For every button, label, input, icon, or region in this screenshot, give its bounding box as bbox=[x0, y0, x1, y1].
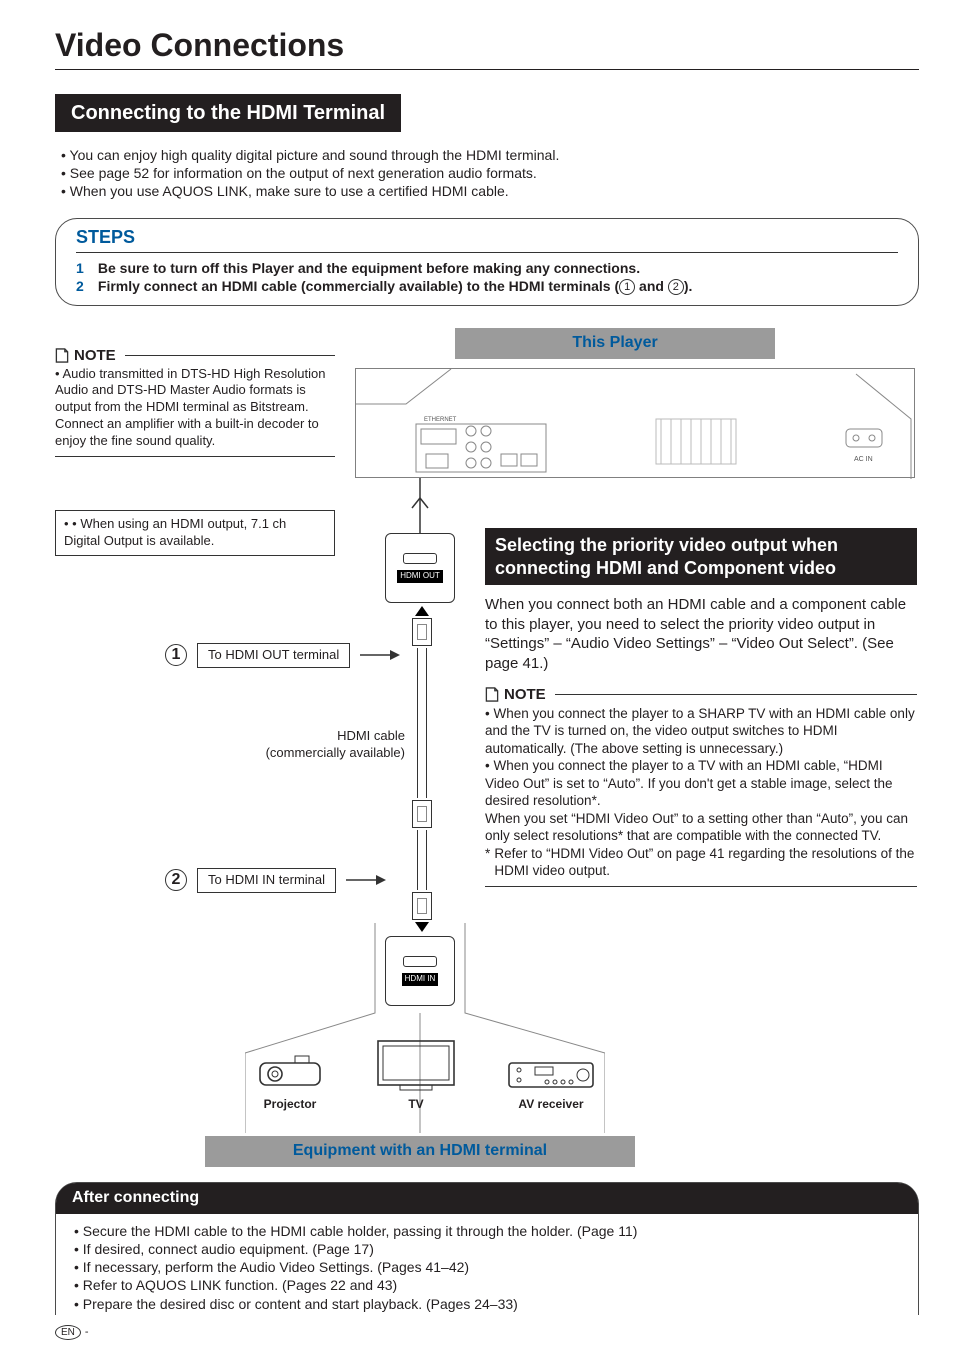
page-footer: EN - bbox=[55, 1325, 919, 1340]
priority-paragraph: When you connect both an HDMI cable and … bbox=[485, 595, 917, 673]
lang-badge: EN bbox=[55, 1325, 81, 1340]
note-body: Audio transmitted in DTS-HD High Resolut… bbox=[55, 366, 335, 450]
callout-text: To HDMI OUT terminal bbox=[197, 643, 350, 668]
circled-1-icon: 1 bbox=[165, 644, 187, 666]
connector-line bbox=[410, 478, 430, 533]
device-label: TV bbox=[375, 1097, 457, 1113]
rear-panel-svg: ETHERNET AC IN bbox=[356, 369, 916, 479]
this-player-label: This Player bbox=[455, 328, 775, 359]
step-1: 1 Be sure to turn off this Player and th… bbox=[76, 259, 898, 277]
note-label: NOTE bbox=[485, 685, 917, 705]
arrow-up-icon bbox=[407, 606, 437, 616]
after-item: If desired, connect audio equipment. (Pa… bbox=[74, 1240, 900, 1258]
svg-text:ETHERNET: ETHERNET bbox=[424, 417, 457, 423]
intro-item: You can enjoy high quality digital pictu… bbox=[61, 146, 919, 164]
player-rear-panel-illustration: ETHERNET AC IN bbox=[355, 368, 915, 478]
equipment-bar: Equipment with an HDMI terminal bbox=[205, 1136, 635, 1167]
after-item: Refer to AQUOS LINK function. (Pages 22 … bbox=[74, 1276, 900, 1294]
hdmi-out-label: HDMI OUT bbox=[397, 570, 443, 582]
note-icon bbox=[55, 348, 69, 363]
priority-footnote: * Refer to “HDMI Video Out” on page 41 r… bbox=[485, 845, 917, 880]
note-text: Audio transmitted in DTS-HD High Resolut… bbox=[55, 366, 335, 450]
section-heading: Connecting to the HDMI Terminal bbox=[55, 94, 401, 132]
device-tv: TV bbox=[375, 1038, 457, 1113]
note-7-1ch: • When using an HDMI output, 7.1 ch Digi… bbox=[55, 510, 335, 556]
priority-section: Selecting the priority video output when… bbox=[485, 528, 917, 887]
step-2: 2 Firmly connect an HDMI cable (commerci… bbox=[76, 277, 898, 295]
step-num: 2 bbox=[76, 277, 94, 295]
note-icon bbox=[485, 687, 499, 702]
step-text: Be sure to turn off this Player and the … bbox=[98, 260, 640, 276]
cable-label-line: (commercially available) bbox=[235, 745, 405, 762]
step-num: 1 bbox=[76, 259, 94, 277]
after-item: If necessary, perform the Audio Video Se… bbox=[74, 1258, 900, 1276]
priority-heading: Selecting the priority video output when… bbox=[485, 528, 917, 585]
step-text: and bbox=[635, 278, 668, 294]
diagram-area: This Player ETHERNET AC IN bbox=[55, 328, 919, 1178]
footnote-text: Refer to “HDMI Video Out” on page 41 reg… bbox=[494, 845, 917, 880]
hdmi-plug-icon bbox=[412, 892, 432, 920]
note-label: NOTE bbox=[55, 346, 335, 366]
note-heading: NOTE bbox=[74, 346, 116, 366]
footer-dash: - bbox=[85, 1325, 89, 1339]
step-text: ). bbox=[684, 278, 693, 294]
hdmi-plug-icon bbox=[412, 618, 432, 646]
note-text: • When using an HDMI output, 7.1 ch Digi… bbox=[64, 516, 326, 550]
steps-box: STEPS 1 Be sure to turn off this Player … bbox=[55, 218, 919, 306]
circled-2-icon: 2 bbox=[165, 869, 187, 891]
after-list: Secure the HDMI cable to the HDMI cable … bbox=[56, 1214, 918, 1315]
cable-label-line: HDMI cable bbox=[235, 728, 405, 745]
cable-illustration bbox=[407, 606, 437, 932]
circled-1-icon: 1 bbox=[619, 279, 635, 295]
after-heading: After connecting bbox=[56, 1183, 918, 1214]
after-item: Secure the HDMI cable to the HDMI cable … bbox=[74, 1222, 900, 1240]
note-dts-hd: NOTE Audio transmitted in DTS-HD High Re… bbox=[55, 346, 335, 457]
note-item: When you connect the player to a TV with… bbox=[485, 757, 917, 845]
note-item: When you connect the player to a SHARP T… bbox=[485, 705, 917, 758]
callout-2: 2 To HDMI IN terminal bbox=[165, 868, 386, 893]
intro-item: When you use AQUOS LINK, make sure to us… bbox=[61, 182, 919, 200]
step-text: Firmly connect an HDMI cable (commercial… bbox=[98, 278, 619, 294]
page-title: Video Connections bbox=[55, 25, 919, 70]
hdmi-plug-icon bbox=[412, 800, 432, 828]
arrow-right-icon bbox=[346, 873, 386, 887]
device-projector: Projector bbox=[255, 1053, 325, 1113]
device-row: Projector TV AV receiver bbox=[255, 1038, 595, 1113]
priority-notes: When you connect the player to a SHARP T… bbox=[485, 705, 917, 845]
arrow-right-icon bbox=[360, 648, 400, 662]
callout-text: To HDMI IN terminal bbox=[197, 868, 336, 893]
device-label: AV receiver bbox=[507, 1097, 595, 1113]
hdmi-out-port: HDMI OUT bbox=[385, 533, 455, 603]
device-label: Projector bbox=[255, 1097, 325, 1113]
device-av-receiver: AV receiver bbox=[507, 1057, 595, 1113]
after-connecting-box: After connecting Secure the HDMI cable t… bbox=[55, 1182, 919, 1315]
steps-heading: STEPS bbox=[56, 219, 918, 249]
circled-2-icon: 2 bbox=[668, 279, 684, 295]
cable-label: HDMI cable (commercially available) bbox=[235, 728, 405, 762]
intro-list: You can enjoy high quality digital pictu… bbox=[61, 146, 919, 201]
callout-1: 1 To HDMI OUT terminal bbox=[165, 643, 400, 668]
svg-text:AC IN: AC IN bbox=[854, 456, 873, 463]
after-item: Prepare the desired disc or content and … bbox=[74, 1295, 900, 1313]
note-heading: NOTE bbox=[504, 685, 546, 705]
intro-item: See page 52 for information on the outpu… bbox=[61, 164, 919, 182]
